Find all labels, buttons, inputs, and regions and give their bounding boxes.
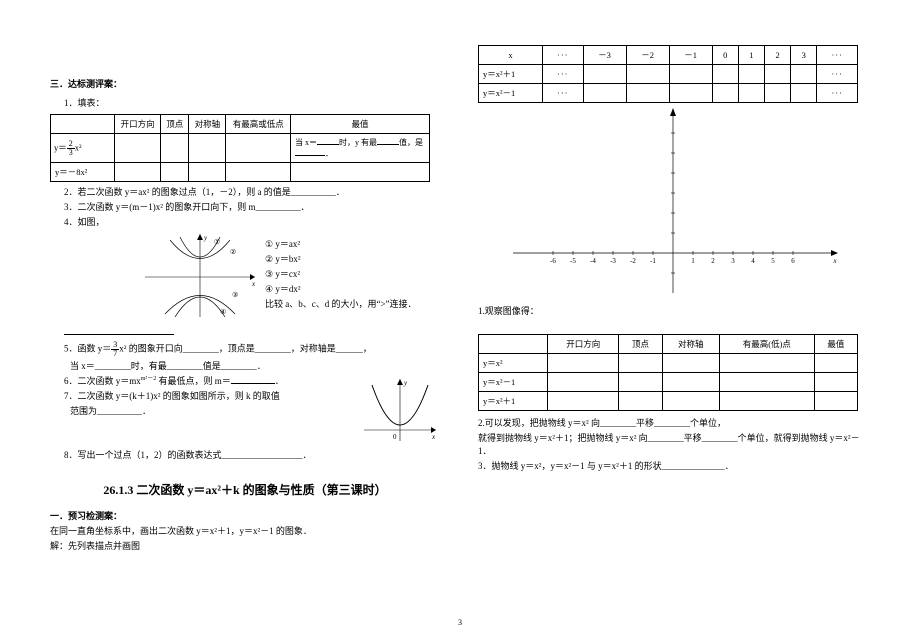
q4-cmp: 比较 a、b、c、d 的大小，用“>”连接．: [265, 298, 417, 311]
svg-text:2: 2: [711, 257, 715, 265]
coordinate-plane: -6 -5 -4 -3 -2 -1 1 2 3 4 5 6 x: [478, 103, 868, 303]
q4-graph: ① ② ③ ④ x y: [140, 232, 260, 322]
svg-text:0: 0: [393, 433, 397, 441]
t1-r1-c0: y＝23x²: [51, 134, 115, 163]
q4-figure-block: ① ② ③ ④ x y ① y＝ax² ② y＝bx² ③ y＝cx² ④ y＝…: [50, 232, 440, 324]
q5-line1: 5．函数 y＝37x² 的图象开口向________，顶点是________，对…: [64, 341, 440, 358]
t1-h2: 顶点: [161, 115, 189, 134]
svg-text:-5: -5: [570, 257, 576, 265]
c3: 3．抛物线 y＝x²，y＝x²－1 与 y＝x²＋1 的形状__________…: [478, 460, 868, 473]
svg-text:y: y: [203, 234, 208, 242]
sec1-title: 一．预习检测案：: [50, 510, 440, 523]
c2b: 就得到抛物线 y＝x²＋1；把抛物线 y＝x² 向________平移_____…: [478, 432, 868, 458]
t3-r1: y＝x²: [479, 354, 548, 373]
q3: 3．二次函数 y＝(m－1)x² 的图象开口向下，则 m__________．: [64, 201, 440, 214]
obs1: 1.观察图像得：: [478, 305, 868, 318]
c2a: 2.可以发现，把抛物线 y＝x² 向________平移________个单位，: [478, 417, 868, 430]
q4-l3: ③ y＝cx²: [265, 268, 417, 281]
left-column: 三．达标测评案： 1．填表： 开口方向 顶点 对称轴 有最高或低点 最值 y＝2…: [50, 78, 440, 555]
q4-l2: ② y＝bx²: [265, 253, 417, 266]
svg-text:②: ②: [230, 248, 236, 256]
svg-text:-6: -6: [550, 257, 556, 265]
t3-r2: y＝x²－1: [479, 373, 548, 392]
q2: 2．若二次函数 y＝ax² 的图象过点（1，－2），则 a 的值是_______…: [64, 186, 440, 199]
table-1-row2: y＝－8x²: [51, 163, 430, 182]
table-1-header: 开口方向 顶点 对称轴 有最高或低点 最值: [51, 115, 430, 134]
svg-text:①: ①: [214, 238, 220, 246]
t2-dotR: ···: [817, 46, 858, 65]
svg-text:5: 5: [771, 257, 775, 265]
q1: 1．填表：: [64, 97, 440, 110]
q4-eq-list: ① y＝ax² ② y＝bx² ③ y＝cx² ④ y＝dx² 比较 a、b、c…: [265, 236, 417, 313]
t1-h1: 开口方向: [115, 115, 161, 134]
t2-row1: y＝x²＋1 ··· ···: [479, 65, 858, 84]
pre2: 解：先列表描点并画图: [50, 540, 440, 553]
q4-blank-line: [64, 326, 440, 339]
page-number: 3: [458, 618, 462, 627]
table-1-row1: y＝23x² 当 x＝时，y 有最值，是．: [51, 134, 430, 163]
sec3-title: 三．达标测评案：: [50, 78, 440, 91]
svg-text:3: 3: [731, 257, 735, 265]
t2-hx: x: [479, 46, 543, 65]
q4: 4．如图，: [64, 216, 440, 229]
right-column: x ··· －3 －2 －1 0 1 2 3 ··· y＝x²＋1 ··· ··…: [478, 45, 868, 475]
t3-header: 开口方向 顶点 对称轴 有最高(低)点 最值: [479, 335, 858, 354]
table-1: 开口方向 顶点 对称轴 有最高或低点 最值 y＝23x² 当 x＝时，y 有最值…: [50, 114, 430, 182]
q4-svg: ① ② ③ ④ x y: [140, 232, 260, 322]
q7-graph: x y 0: [360, 375, 440, 445]
q8: 8．写出一个过点（1，2）的函数表达式__________________．: [64, 449, 440, 462]
svg-text:4: 4: [751, 257, 755, 265]
q4-l4: ④ y＝dx²: [265, 283, 417, 296]
table-2: x ··· －3 －2 －1 0 1 2 3 ··· y＝x²＋1 ··· ··…: [478, 45, 858, 103]
svg-text:-1: -1: [650, 257, 656, 265]
svg-text:③: ③: [232, 291, 238, 299]
svg-text:-3: -3: [610, 257, 616, 265]
t2-dotL: ···: [543, 46, 584, 65]
svg-text:x: x: [431, 433, 436, 441]
svg-text:④: ④: [220, 308, 226, 316]
t1-h5: 最值: [291, 115, 430, 134]
q6-q7-block: x y 0 6．二次函数 y＝mxm²－2 有最低点，则 m＝． 7．二次函数 …: [50, 375, 440, 445]
svg-text:1: 1: [691, 257, 695, 265]
svg-text:x: x: [832, 257, 837, 265]
t1-r2-c0: y＝－8x²: [51, 163, 115, 182]
svg-text:x: x: [251, 280, 256, 288]
t2-row2: y＝x²－1 ··· ···: [479, 84, 858, 103]
lesson-heading: 26.1.3 二次函数 y＝ax²＋k 的图象与性质（第三课时）: [50, 482, 440, 499]
pre1: 在同一直角坐标系中，画出二次函数 y＝x²＋1，y＝x²－1 的图象．: [50, 525, 440, 538]
t1-h4: 有最高或低点: [226, 115, 291, 134]
t1-h3: 对称轴: [189, 115, 226, 134]
svg-text:y: y: [403, 379, 408, 387]
q4-l1: ① y＝ax²: [265, 238, 417, 251]
q5-line2: 当 x＝________时，有最________值是________．: [70, 360, 440, 373]
t3-r3: y＝x²＋1: [479, 392, 548, 411]
svg-text:6: 6: [791, 257, 795, 265]
t2-header: x ··· －3 －2 －1 0 1 2 3 ···: [479, 46, 858, 65]
svg-text:-4: -4: [590, 257, 596, 265]
svg-text:-2: -2: [630, 257, 636, 265]
table-3: 开口方向 顶点 对称轴 有最高(低)点 最值 y＝x² y＝x²－1 y＝x²＋…: [478, 334, 858, 411]
t1-r1-val: 当 x＝时，y 有最值，是．: [291, 134, 430, 163]
